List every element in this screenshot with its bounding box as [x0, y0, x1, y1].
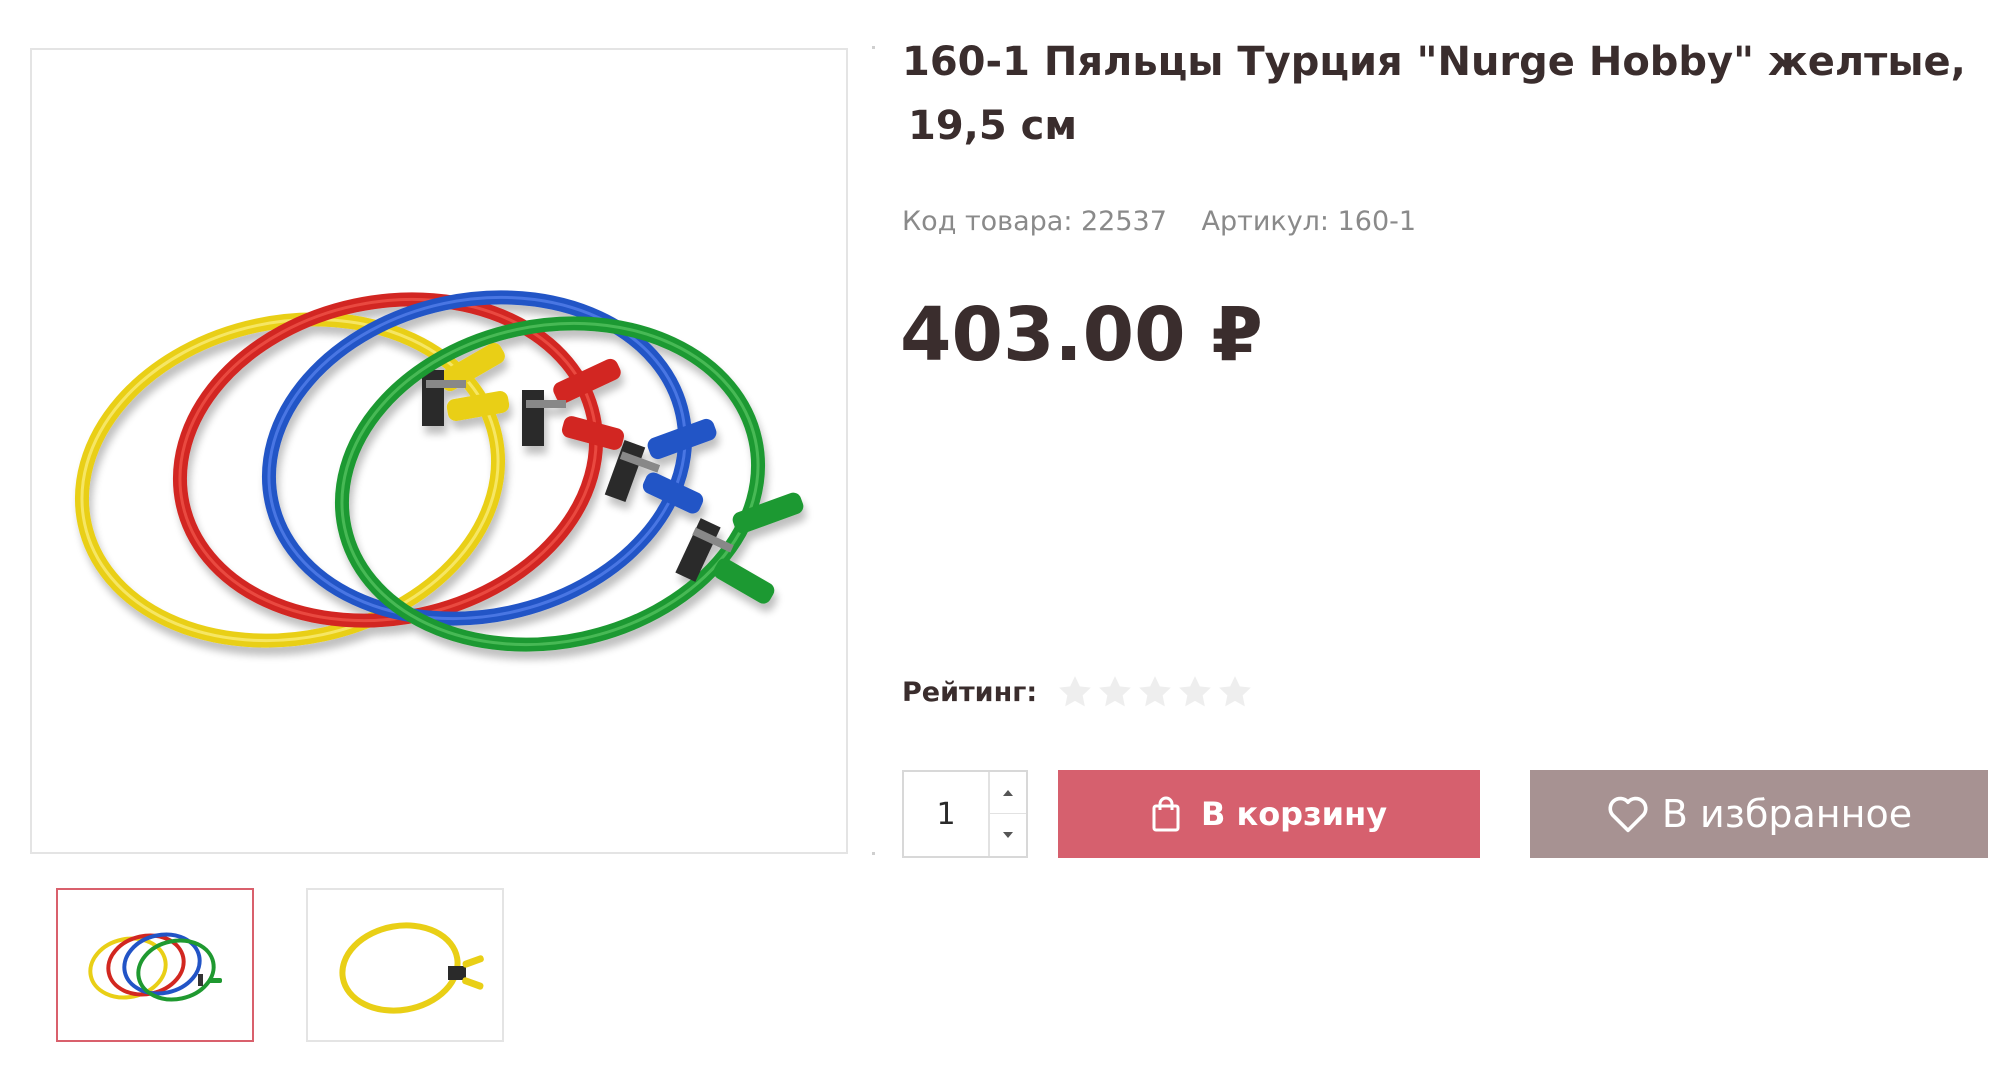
- star-icon[interactable]: [1135, 672, 1175, 712]
- caret-down-icon: [1003, 832, 1013, 838]
- thumbnail-yellow-hoop-image: [339, 922, 484, 1014]
- hoops-image: [74, 290, 804, 652]
- quantity-increase-button[interactable]: [988, 772, 1026, 814]
- rating-stars: [1055, 672, 1255, 712]
- product-title: 160-1 Пяльцы Турция "Nurge Hobby" желтые…: [902, 30, 1966, 158]
- shopping-bag-icon: [1151, 795, 1181, 833]
- product-code: Код товара: 22537: [902, 206, 1167, 237]
- heart-icon: [1606, 794, 1650, 834]
- rating-label: Рейтинг:: [902, 676, 1038, 708]
- add-to-favorites-button[interactable]: В избранное: [1530, 770, 1988, 858]
- caret-up-icon: [1003, 789, 1013, 796]
- add-to-cart-label: В корзину: [1200, 795, 1388, 833]
- quantity-input[interactable]: [904, 772, 988, 856]
- star-icon[interactable]: [1055, 672, 1095, 712]
- star-icon[interactable]: [1175, 672, 1215, 712]
- add-to-cart-button[interactable]: В корзину: [1058, 770, 1480, 858]
- thumbnail-hoops-image: [88, 932, 222, 1002]
- product-price: 403.00 ₽: [900, 292, 1263, 378]
- quantity-stepper: [902, 770, 1028, 858]
- thumbnail-1[interactable]: [56, 888, 254, 1042]
- main-product-image[interactable]: [30, 48, 848, 854]
- product-title-line-1: 160-1 Пяльцы Турция "Nurge Hobby" желтые…: [902, 39, 1966, 85]
- quantity-decrease-button[interactable]: [988, 814, 1026, 856]
- product-title-line-2: 19,5 см: [908, 103, 1078, 149]
- rating: Рейтинг:: [902, 668, 1255, 716]
- star-icon[interactable]: [1095, 672, 1135, 712]
- product-meta: Код товара: 22537 Артикул: 160-1: [902, 206, 1442, 237]
- divider-dot-top: [872, 46, 875, 49]
- thumbnail-2[interactable]: [306, 888, 504, 1042]
- star-icon[interactable]: [1215, 672, 1255, 712]
- product-article: Артикул: 160-1: [1201, 206, 1417, 237]
- add-to-favorites-label: В избранное: [1661, 792, 1913, 836]
- divider-dot-bottom: [872, 852, 875, 855]
